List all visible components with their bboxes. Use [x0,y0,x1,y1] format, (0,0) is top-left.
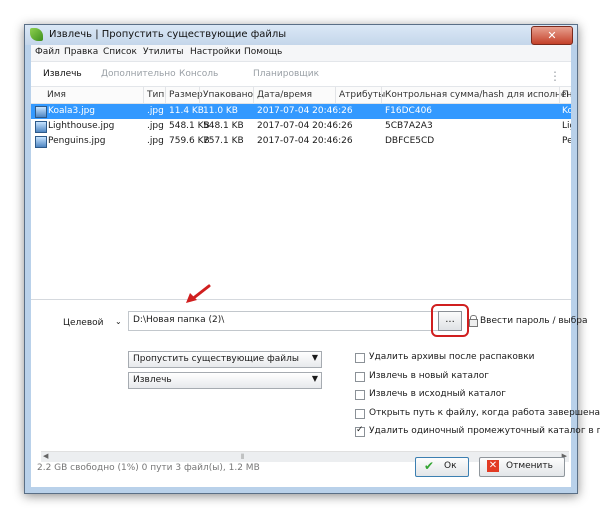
operation-mode-value: Извлечь [133,375,172,385]
column-divider[interactable] [559,87,560,103]
menu-help[interactable]: Помощь [244,47,282,57]
file-table: Имя Тип Размер Упаковано Дата/время Атри… [31,87,571,300]
row-type: .jpg [147,121,164,131]
destination-path-text: D:\Новая папка (2)\ [133,315,225,325]
checkbox-label: Извлечь в новый каталог [369,371,489,381]
menu-file[interactable]: Файл [35,47,60,57]
checkbox-extract-new-folder[interactable] [355,372,365,382]
row-packed: 548.1 KB [203,121,244,131]
row-name: Penguins.jpg [48,136,106,146]
column-divider[interactable] [335,87,336,103]
column-name[interactable]: Имя [47,90,66,100]
column-divider[interactable] [381,87,382,103]
overwrite-mode-select[interactable]: Пропустить существующие файлы ▼ [128,351,322,368]
column-divider[interactable] [199,87,200,103]
row-type: .jpg [147,136,164,146]
destination-label: Целевой [63,318,104,328]
checkbox-label: Извлечь в исходный каталог [369,389,507,399]
app-leaf-icon [30,28,43,41]
ok-button[interactable]: ✔ Ок [415,457,469,477]
row-path: Ko [562,106,571,116]
checkbox-remove-intermediate-folder[interactable] [355,425,365,437]
checkmark-icon: ✔ [424,459,435,473]
column-divider[interactable] [253,87,254,103]
cancel-button[interactable]: ✕ Отменить [479,457,565,477]
overwrite-mode-value: Пропустить существующие файлы [133,354,299,364]
tab-console[interactable]: Консоль [179,69,218,79]
tab-advanced[interactable]: Дополнительно [101,69,176,79]
column-divider[interactable] [143,87,144,103]
menu-bar: Файл Правка Список Утилиты Настройки Пом… [31,45,571,62]
column-size[interactable]: Размер [169,90,203,100]
column-hash[interactable]: Контрольная сумма/hash для исполнения [385,90,571,100]
annotation-highlight-box [431,304,469,337]
enter-password-link[interactable]: Ввести пароль / выбра [480,316,588,326]
window-title: Извлечь | Пропустить существующие файлы [49,29,287,40]
row-packed: 757.1 KB [203,136,244,146]
window-client: Файл Правка Список Утилиты Настройки Пом… [31,45,600,487]
row-size: 11.4 KB [169,106,204,116]
row-hash: DBFCE5CD [385,136,435,146]
menu-utilities[interactable]: Утилиты [143,47,184,57]
toolbar: Извлечь Дополнительно Консоль Планировщи… [31,62,571,87]
row-hash: 5CB7A2A3 [385,121,433,131]
extract-dialog-window: Извлечь | Пропустить существующие файлы … [24,24,600,494]
column-path[interactable]: П [562,90,569,100]
column-datetime[interactable]: Дата/время [257,90,312,100]
checkbox-extract-source-folder[interactable] [355,390,365,400]
row-type: .jpg [147,106,164,116]
menu-settings[interactable]: Настройки [190,47,241,57]
image-file-icon [35,136,47,148]
column-divider[interactable] [165,87,166,103]
tab-extract[interactable]: Извлечь [43,69,82,79]
dropdown-arrow-icon: ▼ [311,353,318,362]
menu-edit[interactable]: Правка [64,47,98,57]
checkbox-label: Удалить архивы после распаковки [369,352,535,362]
table-row[interactable]: Penguins.jpg .jpg 759.6 KB 757.1 KB 2017… [31,134,571,149]
ok-label: Ок [444,461,457,471]
cancel-label: Отменить [506,461,553,471]
column-packed[interactable]: Упаковано [203,90,253,100]
row-path: Lig [562,121,571,131]
row-hash: F16DC406 [385,106,433,116]
row-packed: 11.0 KB [203,106,238,116]
cancel-x-icon: ✕ [487,460,499,472]
table-row[interactable]: Lighthouse.jpg .jpg 548.1 KB 548.1 KB 20… [31,119,571,134]
checkbox-open-path[interactable] [355,409,365,419]
title-bar[interactable]: Извлечь | Пропустить существующие файлы … [25,25,577,45]
checkbox-delete-archives[interactable] [355,353,365,363]
close-button[interactable]: ✕ [531,26,573,45]
scroll-left-icon[interactable]: ◀ [43,452,48,460]
image-file-icon [35,121,47,133]
menu-list[interactable]: Список [103,47,137,57]
column-attributes[interactable]: Атрибуты [339,90,385,100]
annotation-arrow-icon [186,284,211,303]
table-header: Имя Тип Размер Упаковано Дата/время Атри… [31,87,571,104]
row-datetime: 2017-07-04 20:46:26 [257,106,353,116]
chevron-down-icon[interactable]: ⌄ [115,317,122,326]
lock-icon[interactable] [469,315,478,327]
column-type[interactable]: Тип [147,90,164,100]
row-datetime: 2017-07-04 20:46:26 [257,121,353,131]
row-datetime: 2017-07-04 20:46:26 [257,136,353,146]
destination-path-input[interactable]: D:\Новая папка (2)\ [128,311,458,331]
table-row[interactable]: Koala3.jpg .jpg 11.4 KB 11.0 KB 2017-07-… [31,104,571,119]
row-name: Lighthouse.jpg [48,121,115,131]
tab-scheduler[interactable]: Планировщик [253,69,319,79]
status-text: 2.2 GB свободно (1%) 0 пути 3 файл(ы), 1… [37,463,260,473]
row-path: Pe [562,136,571,146]
dropdown-arrow-icon: ▼ [311,374,318,383]
image-file-icon [35,106,47,118]
row-name: Koala3.jpg [48,106,96,116]
checkbox-label: Открыть путь к файлу, когда работа завер… [369,408,600,418]
checkbox-label: Удалить одиночный промежуточный каталог … [369,426,600,436]
scroll-grip-icon[interactable]: ⦀ [241,453,244,462]
more-options-icon[interactable]: ⋮ [549,69,561,83]
operation-mode-select[interactable]: Извлечь ▼ [128,372,322,389]
